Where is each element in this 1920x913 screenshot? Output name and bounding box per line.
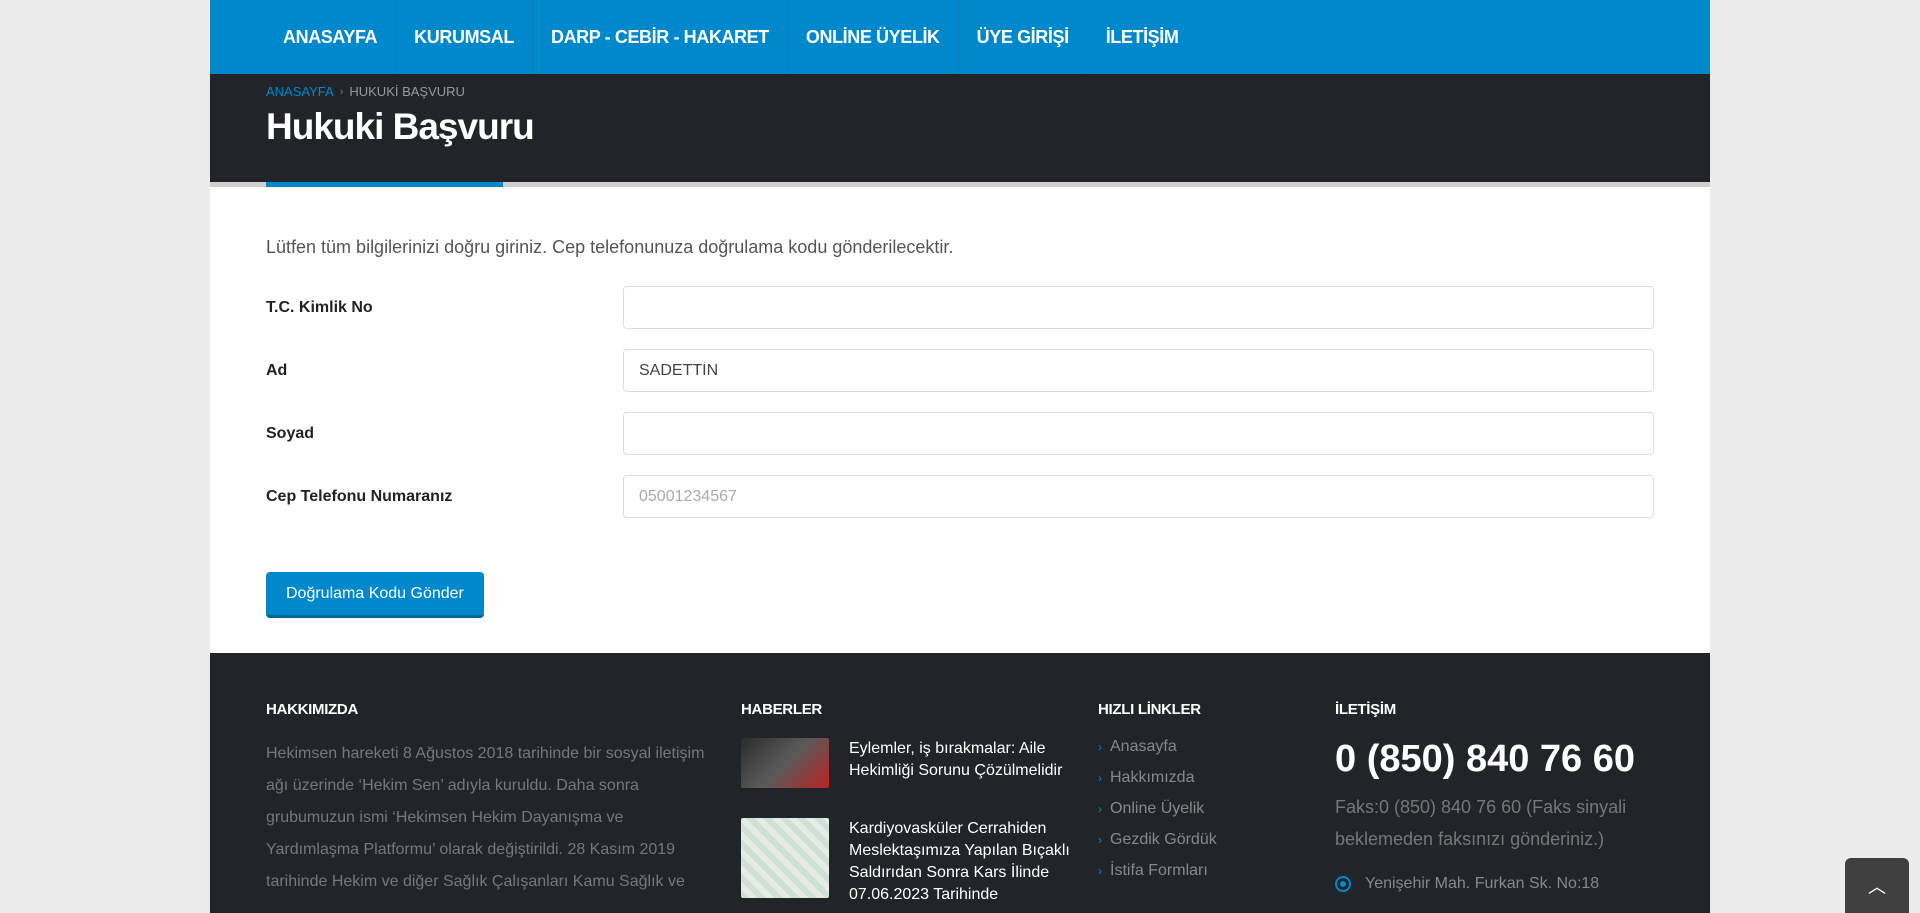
soyad-label: Soyad <box>266 424 315 442</box>
quick-link-anasayfa[interactable]: › Anasayfa <box>1098 738 1217 756</box>
news-item[interactable]: Eylemler, iş bırakmalar: Aile Hekimliği … <box>741 738 1071 788</box>
scroll-to-top-button[interactable]: ︿ <box>1845 858 1909 913</box>
footer-news-heading: HABERLER <box>741 701 822 718</box>
nav-item-iletisim[interactable]: İLETİŞİM <box>1088 0 1197 74</box>
title-accent-bar <box>266 182 503 187</box>
send-code-button[interactable]: Doğrulama Kodu Gönder <box>266 572 484 618</box>
quick-links-list: › Anasayfa › Hakkımızda › Online Üyelik › Ge… <box>1098 738 1217 880</box>
contact-address: Yenişehir Mah. Furkan Sk. No:18 <box>1335 875 1675 893</box>
quick-link-istifa-formlari[interactable]: › İstifa Formları <box>1098 862 1217 880</box>
soyad-input[interactable] <box>623 412 1654 455</box>
breadcrumb-home-link[interactable]: ANASAYFA <box>266 84 334 99</box>
page-header: ANASAYFA › HUKUKİ BAŞVURU Hukuki Başvuru <box>210 74 1710 187</box>
footer-quick-links-heading: HIZLI LİNKLER <box>1098 701 1201 718</box>
footer: HAKKIMIZDA Hekimsen hareketi 8 Ağustos 2… <box>210 653 1710 913</box>
breadcrumb-current: HUKUKİ BAŞVURU <box>349 84 465 99</box>
footer-contact-heading: İLETİŞİM <box>1335 701 1396 718</box>
phone-input[interactable] <box>623 475 1654 518</box>
quick-link-label[interactable]: Hakkımızda <box>1110 769 1194 787</box>
news-item[interactable]: Kardiyovasküler Cerrahiden Meslektaşımız… <box>741 818 1071 906</box>
nav-item-anasayfa[interactable]: ANASAYFA <box>265 0 397 74</box>
breadcrumb: ANASAYFA › HUKUKİ BAŞVURU <box>266 84 465 99</box>
contact-fax: Faks:0 (850) 840 76 60 (Faks sinyali bek… <box>1335 797 1627 849</box>
footer-about: HAKKIMIZDA Hekimsen hareketi 8 Ağustos 2… <box>266 701 706 898</box>
form-section: Lütfen tüm bilgilerinizi doğru giriniz. … <box>210 187 1710 653</box>
chevron-right-icon: › <box>1098 771 1102 785</box>
page-container: ANASAYFA KURUMSAL DARP - CEBİR - HAKARET… <box>210 0 1710 913</box>
nav-item-online-uyelik[interactable]: ONLİNE ÜYELİK <box>788 0 959 74</box>
quick-link-online-uyelik[interactable]: › Online Üyelik <box>1098 800 1217 818</box>
quick-link-label[interactable]: Gezdik Gördük <box>1110 831 1217 849</box>
news-thumbnail[interactable] <box>741 818 829 898</box>
quick-link-hakkimizda[interactable]: › Hakkımızda <box>1098 769 1217 787</box>
nav-item-uye-girisi[interactable]: ÜYE GİRİŞİ <box>959 0 1088 74</box>
chevron-up-icon: ︿ <box>1868 876 1886 897</box>
tc-kimlik-input[interactable] <box>623 286 1654 329</box>
form-row-soyad: Soyad <box>266 412 1654 455</box>
quick-link-label[interactable]: Anasayfa <box>1110 738 1177 756</box>
footer-about-text: Hekimsen hareketi 8 Ağustos 2018 tarihin… <box>266 745 705 890</box>
chevron-right-icon: › <box>339 85 344 98</box>
news-title[interactable]: Eylemler, iş bırakmalar: Aile Hekimliği … <box>849 738 1071 788</box>
nav-item-kurumsal[interactable]: KURUMSAL <box>396 0 533 74</box>
main-nav: ANASAYFA KURUMSAL DARP - CEBİR - HAKARET… <box>210 0 1710 74</box>
news-title[interactable]: Kardiyovasküler Cerrahiden Meslektaşımız… <box>849 818 1071 906</box>
form-intro: Lütfen tüm bilgilerinizi doğru giriniz. … <box>266 237 954 257</box>
location-pin-icon <box>1335 876 1351 892</box>
quick-link-gezdik-gordük[interactable]: › Gezdik Gördük <box>1098 831 1217 849</box>
news-thumbnail[interactable] <box>741 738 829 788</box>
chevron-right-icon: › <box>1098 802 1102 816</box>
tc-label: T.C. Kimlik No <box>266 298 373 316</box>
ad-input[interactable] <box>623 349 1654 392</box>
quick-link-label[interactable]: İstifa Formları <box>1110 862 1208 880</box>
form-row-ad: Ad <box>266 349 1654 392</box>
form-row-phone: Cep Telefonu Numaranız <box>266 475 1654 518</box>
chevron-right-icon: › <box>1098 864 1102 878</box>
form-row-tc: T.C. Kimlik No <box>266 286 1654 329</box>
nav-item-darp-cebir-hakaret[interactable]: DARP - CEBİR - HAKARET <box>533 0 788 74</box>
footer-news: HABERLER Eylemler, iş bırakmalar: Aile H… <box>741 701 1071 913</box>
footer-about-heading: HAKKIMIZDA <box>266 701 358 718</box>
contact-phone[interactable]: 0 (850) 840 76 60 <box>1335 738 1675 781</box>
quick-link-label[interactable]: Online Üyelik <box>1110 800 1204 818</box>
contact-address-text: Yenişehir Mah. Furkan Sk. No:18 <box>1365 875 1600 892</box>
chevron-right-icon: › <box>1098 833 1102 847</box>
footer-contact: İLETİŞİM 0 (850) 840 76 60 Faks:0 (850) … <box>1335 701 1675 893</box>
footer-quick-links: HIZLI LİNKLER › Anasayfa › Hakkımızda › Onl… <box>1098 701 1217 893</box>
phone-label: Cep Telefonu Numaranız <box>266 487 453 505</box>
page-title: Hukuki Başvuru <box>266 106 535 147</box>
chevron-right-icon: › <box>1098 740 1102 754</box>
ad-label: Ad <box>266 361 288 379</box>
